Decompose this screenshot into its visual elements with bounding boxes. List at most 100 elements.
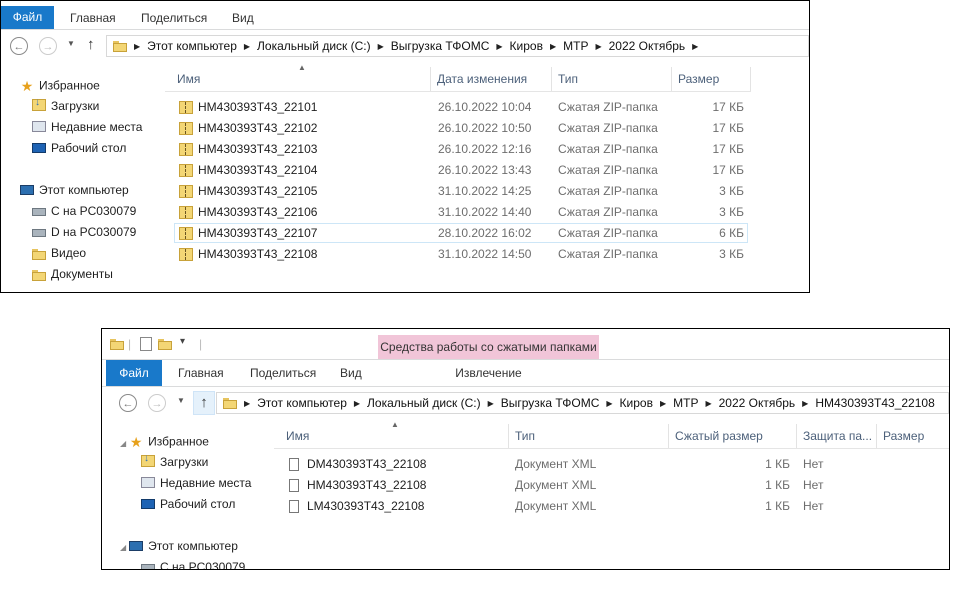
breadcrumb-item[interactable]: Локальный диск (C:) bbox=[257, 39, 371, 53]
sidebar-item-label: Недавние места bbox=[51, 120, 143, 134]
file-type: Документ XML bbox=[515, 478, 597, 492]
chevron-right-icon[interactable]: ▶ bbox=[244, 42, 250, 51]
column-name[interactable]: Имя bbox=[280, 424, 509, 448]
sidebar-item-video[interactable]: Видео bbox=[31, 246, 86, 261]
breadcrumb-item[interactable]: Киров bbox=[510, 39, 543, 53]
chevron-right-icon[interactable]: ▶ bbox=[488, 399, 494, 408]
file-row[interactable]: HM430393T43_22103 26.10.2022 12:16 Сжата… bbox=[174, 139, 748, 159]
properties-icon[interactable] bbox=[140, 337, 152, 351]
document-icon bbox=[289, 479, 299, 493]
sidebar-item-label: Рабочий стол bbox=[51, 141, 127, 155]
tab-file[interactable]: Файл bbox=[1, 6, 54, 29]
file-row[interactable]: HM430393T43_22108 Документ XML 1 КБ Нет bbox=[284, 475, 924, 495]
chevron-right-icon[interactable]: ▶ bbox=[692, 42, 698, 51]
tab-home[interactable]: Главная bbox=[70, 7, 116, 29]
file-password-protected: Нет bbox=[803, 499, 824, 513]
tab-view[interactable]: Вид bbox=[340, 362, 362, 384]
chevron-right-icon[interactable]: ▶ bbox=[595, 42, 601, 51]
tab-view[interactable]: Вид bbox=[232, 7, 254, 29]
file-row[interactable]: LM430393T43_22108 Документ XML 1 КБ Нет bbox=[284, 496, 924, 516]
column-size[interactable]: Размер bbox=[877, 424, 949, 448]
folder-icon bbox=[113, 40, 127, 52]
recent-locations-dropdown[interactable]: ▼ bbox=[177, 396, 185, 405]
customize-toolbar-icon[interactable]: ▾ bbox=[180, 336, 185, 347]
file-row[interactable]: HM430393T43_22108 31.10.2022 14:50 Сжата… bbox=[174, 244, 748, 264]
sidebar-item-drive-c[interactable]: C на PC030079 bbox=[31, 204, 136, 219]
chevron-right-icon[interactable]: ▶ bbox=[378, 42, 384, 51]
column-name[interactable]: Имя bbox=[171, 67, 431, 91]
address-bar[interactable]: ▶ Этот компьютер ▶ Локальный диск (C:) ▶… bbox=[106, 35, 809, 57]
separator: | bbox=[128, 337, 132, 351]
file-name: HM430393T43_22108 bbox=[198, 247, 318, 261]
file-row[interactable]: HM430393T43_22107 28.10.2022 16:02 Сжата… bbox=[174, 223, 748, 243]
column-password-protected[interactable]: Защита па... bbox=[797, 424, 877, 448]
breadcrumb-item[interactable]: Выгрузка ТФОМС bbox=[391, 39, 490, 53]
column-size[interactable]: Размер bbox=[672, 67, 751, 91]
file-name: HM430393T43_22108 bbox=[307, 478, 427, 492]
breadcrumb-item[interactable]: 2022 Октябрь bbox=[719, 396, 796, 410]
breadcrumb-item[interactable]: Этот компьютер bbox=[147, 39, 237, 53]
chevron-right-icon: ▶ bbox=[134, 41, 141, 51]
sidebar-item-favorites[interactable]: ◢ ★ Избранное bbox=[120, 434, 209, 451]
up-button[interactable]: ↑ bbox=[193, 391, 215, 415]
sidebar-item-drive-d[interactable]: D на PC030079 bbox=[31, 225, 136, 240]
tab-home[interactable]: Главная bbox=[178, 362, 224, 384]
forward-button[interactable]: → bbox=[148, 394, 166, 412]
tab-share[interactable]: Поделиться bbox=[250, 362, 316, 384]
sidebar-item-downloads[interactable]: Загрузки bbox=[140, 453, 208, 470]
sidebar-item-favorites[interactable]: ★ Избранное bbox=[19, 78, 100, 95]
breadcrumb-item[interactable]: 2022 Октябрь bbox=[609, 39, 686, 53]
chevron-right-icon: ▶ bbox=[244, 398, 251, 408]
sidebar-item-desktop[interactable]: Рабочий стол bbox=[140, 497, 235, 512]
chevron-right-icon[interactable]: ▶ bbox=[802, 399, 808, 408]
breadcrumb-item[interactable]: МТР bbox=[563, 39, 588, 53]
file-row[interactable]: DM430393T43_22108 Документ XML 1 КБ Нет bbox=[284, 454, 924, 474]
breadcrumb-item[interactable]: HM430393T43_22108 bbox=[815, 396, 934, 410]
back-button[interactable]: ← bbox=[10, 37, 28, 55]
file-type: Документ XML bbox=[515, 499, 597, 513]
sidebar-item-drive-c[interactable]: C на PC030079 bbox=[140, 560, 245, 569]
back-button[interactable]: ← bbox=[119, 394, 137, 412]
file-name: HM430393T43_22103 bbox=[198, 142, 318, 156]
folder-icon bbox=[110, 339, 124, 350]
breadcrumb-item[interactable]: МТР bbox=[673, 396, 698, 410]
documents-folder-icon bbox=[32, 270, 46, 282]
file-row[interactable]: HM430393T43_22106 31.10.2022 14:40 Сжата… bbox=[174, 202, 748, 222]
address-bar[interactable]: ▶ Этот компьютер ▶ Локальный диск (C:) ▶… bbox=[216, 392, 949, 414]
file-row[interactable]: HM430393T43_22102 26.10.2022 10:50 Сжата… bbox=[174, 118, 748, 138]
expand-arrow-icon[interactable]: ◢ bbox=[120, 439, 126, 448]
column-date[interactable]: Дата изменения bbox=[431, 67, 552, 91]
sidebar-item-recent[interactable]: Недавние места bbox=[31, 120, 142, 135]
forward-button[interactable]: → bbox=[39, 37, 57, 55]
chevron-right-icon[interactable]: ▶ bbox=[496, 42, 502, 51]
sidebar-item-documents[interactable]: Документы bbox=[31, 267, 113, 282]
tab-file[interactable]: Файл bbox=[106, 360, 162, 386]
file-row[interactable]: HM430393T43_22105 31.10.2022 14:25 Сжата… bbox=[174, 181, 748, 201]
column-type[interactable]: Тип bbox=[509, 424, 669, 448]
file-row[interactable]: HM430393T43_22101 26.10.2022 10:04 Сжата… bbox=[174, 97, 748, 117]
tab-extract[interactable]: Извлечение bbox=[378, 362, 599, 384]
chevron-right-icon[interactable]: ▶ bbox=[550, 42, 556, 51]
up-button[interactable]: ↑ bbox=[87, 36, 95, 53]
chevron-right-icon[interactable]: ▶ bbox=[354, 399, 360, 408]
chevron-right-icon[interactable]: ▶ bbox=[660, 399, 666, 408]
breadcrumb-item[interactable]: Выгрузка ТФОМС bbox=[501, 396, 600, 410]
column-compressed-size[interactable]: Сжатый размер bbox=[669, 424, 797, 448]
sidebar-item-desktop[interactable]: Рабочий стол bbox=[31, 141, 126, 156]
file-row[interactable]: HM430393T43_22104 26.10.2022 13:43 Сжата… bbox=[174, 160, 748, 180]
sidebar-item-computer[interactable]: ◢ Этот компьютер bbox=[120, 539, 238, 554]
sidebar-item-computer[interactable]: Этот компьютер bbox=[19, 183, 129, 198]
breadcrumb-item[interactable]: Этот компьютер bbox=[257, 396, 347, 410]
sidebar-item-downloads[interactable]: Загрузки bbox=[31, 97, 99, 114]
expand-arrow-icon[interactable]: ◢ bbox=[120, 543, 126, 552]
column-type[interactable]: Тип bbox=[552, 67, 672, 91]
sidebar-item-recent[interactable]: Недавние места bbox=[140, 476, 251, 491]
recent-locations-dropdown[interactable]: ▼ bbox=[67, 39, 75, 48]
chevron-right-icon[interactable]: ▶ bbox=[606, 399, 612, 408]
chevron-right-icon[interactable]: ▶ bbox=[705, 399, 711, 408]
tab-share[interactable]: Поделиться bbox=[141, 7, 207, 29]
new-folder-icon[interactable] bbox=[158, 339, 172, 350]
breadcrumb-item[interactable]: Локальный диск (C:) bbox=[367, 396, 481, 410]
zip-folder-icon bbox=[179, 206, 193, 220]
breadcrumb-item[interactable]: Киров bbox=[620, 396, 653, 410]
